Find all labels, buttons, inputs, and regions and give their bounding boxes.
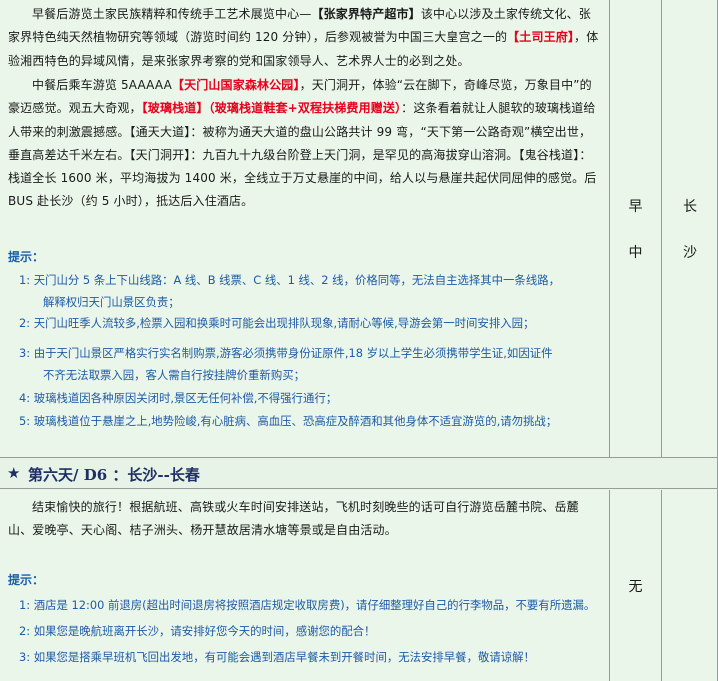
day6-tip-item: 2: 如果您是晚航班离开长沙，请安排好您今天的时间，感谢您的配合！ xyxy=(19,621,375,641)
day5-stay-char-2: 沙 xyxy=(683,245,697,261)
p1-segment: 中餐后乘车游览 5AAAAA xyxy=(32,78,172,92)
day5-tip-item: 1: 天门山分 5 条上下山线路：A 线、B 线票、C 线、1 线、2 线，价格… xyxy=(19,270,560,290)
tip-number: 4: xyxy=(19,391,34,405)
day6-content-cell: 结束愉快的旅行！根据航班、高铁或火车时间安排送站，飞机时刻晚些的话可自行游览岳麓… xyxy=(0,490,609,681)
tip-number: 3: xyxy=(19,650,34,664)
day6-meal-none: 无 xyxy=(628,579,643,595)
column-divider xyxy=(661,0,662,457)
day6-paragraph: 结束愉快的旅行！根据航班、高铁或火车时间安排送站，飞机时刻晚些的话可自行游览岳麓… xyxy=(8,500,579,538)
column-divider xyxy=(609,490,610,681)
p0-segment: 早餐后游览土家民族精粹和传统手工艺术展览中心— xyxy=(32,7,312,21)
day5-meal-breakfast: 早 xyxy=(628,199,643,215)
tip-text-continued: 不齐无法取票入园，客人需自行按挂牌价重新购买； xyxy=(43,368,305,382)
p1-segment: ：这条看着就让人腿软的玻璃栈道给人带来的刺激震撼感。【通天大道】：被称为通天大道… xyxy=(8,101,597,209)
tip-text-continued: 解释权归天门山景区负责； xyxy=(43,295,180,309)
day5-content-cell: 早餐后游览土家民族精粹和传统手工艺术展览中心—【张家界特产超市】该中心以涉及土家… xyxy=(0,0,609,457)
column-divider xyxy=(661,490,662,681)
tip-text: 玻璃栈道位于悬崖之上,地势险峻,有心脏病、高血压、恐高症及醉酒和其他身体不适宜游… xyxy=(33,414,558,428)
day5-tip-item: 5: 玻璃栈道位于悬崖之上,地势险峻,有心脏病、高血压、恐高症及醉酒和其他身体不… xyxy=(19,411,557,431)
tip-text: 天门山分 5 条上下山线路：A 线、B 线票、C 线、1 线、2 线，价格同等，… xyxy=(33,273,560,287)
day5-stay-char-1: 长 xyxy=(683,199,697,215)
day6-meals-cell: 无 xyxy=(610,490,661,681)
tip-text: 如果您是搭乘早班机飞回出发地，有可能会遇到酒店早餐未到开餐时间，无法安排早餐，敬… xyxy=(33,650,535,664)
p1-segment: 【玻璃栈道】 xyxy=(141,101,209,116)
itinerary-page: 早餐后游览土家民族精粹和传统手工艺术展览中心—【张家界特产超市】该中心以涉及土家… xyxy=(0,0,718,681)
tip-number: 1: xyxy=(19,598,34,612)
tip-number: 2: xyxy=(19,624,34,638)
column-divider xyxy=(609,0,610,457)
p0-segment: 【土司王府】 xyxy=(507,30,575,45)
tip-text: 如果您是晚航班离开长沙，请安排好您今天的时间，感谢您的配合！ xyxy=(33,624,376,638)
day5-paragraph-morning: 早餐后游览土家民族精粹和传统手工艺术展览中心—【张家界特产超市】该中心以涉及土家… xyxy=(8,3,603,73)
tip-number: 2: xyxy=(19,316,34,330)
tip-number: 1: xyxy=(19,273,34,287)
day6-tip-item: 3: 如果您是搭乘早班机飞回出发地，有可能会遇到酒店早餐未到开餐时间，无法安排早… xyxy=(19,647,535,667)
day6-header: ★ 第六天/ D6 ：长沙--长春 xyxy=(0,457,718,489)
tip-text: 酒店是 12:00 前退房(超出时间退房将按照酒店规定收取房费)，请仔细整理好自… xyxy=(33,598,596,612)
day5-tip-item: 4: 玻璃栈道因各种原因关闭时,景区无任何补偿,不得强行通行； xyxy=(19,388,337,408)
day5-meals-cell: 早 中 xyxy=(610,0,661,457)
day6-title: 第六天/ D6 ：长沙--长春 xyxy=(28,466,200,484)
day6-tip-item: 1: 酒店是 12:00 前退房(超出时间退房将按照酒店规定收取房费)，请仔细整… xyxy=(19,595,595,615)
tip-number: 3: xyxy=(19,346,34,360)
day5-tip-item: 3: 由于天门山景区严格实行实名制购票,游客必须携带身份证原件,18 岁以上学生… xyxy=(19,343,553,363)
day5-stay-cell: 长 沙 xyxy=(662,0,718,457)
star-icon: ★ xyxy=(7,464,21,482)
p1-segment: （玻璃栈道鞋套+双程扶梯费用赠送） xyxy=(208,101,402,116)
tip-text: 玻璃栈道因各种原因关闭时,景区无任何补偿,不得强行通行； xyxy=(33,391,338,405)
tip-number: 5: xyxy=(19,414,34,428)
p0-segment: 【张家界特产超市】 xyxy=(311,7,421,21)
day5-paragraph-afternoon: 中餐后乘车游览 5AAAAA【天门山国家森林公园】，天门洞开，体验“云在脚下，奇… xyxy=(8,74,603,214)
p1-segment: 【天门山国家森林公园】 xyxy=(171,78,300,92)
day5-tip-item: 2: 天门山旺季人流较多,检票入园和换乘时可能会出现排队现象,请耐心等候,导游会… xyxy=(19,313,534,333)
day6-stay-cell xyxy=(662,490,718,681)
day6-tips-title: 提示： xyxy=(8,573,45,587)
day5-meal-lunch: 中 xyxy=(628,245,643,261)
tip-text: 天门山旺季人流较多,检票入园和换乘时可能会出现排队现象,请耐心等候,导游会第一时… xyxy=(33,316,535,330)
tip-text: 由于天门山景区严格实行实名制购票,游客必须携带身份证原件,18 岁以上学生必须携… xyxy=(33,346,553,360)
day5-tips-title: 提示： xyxy=(8,250,45,264)
